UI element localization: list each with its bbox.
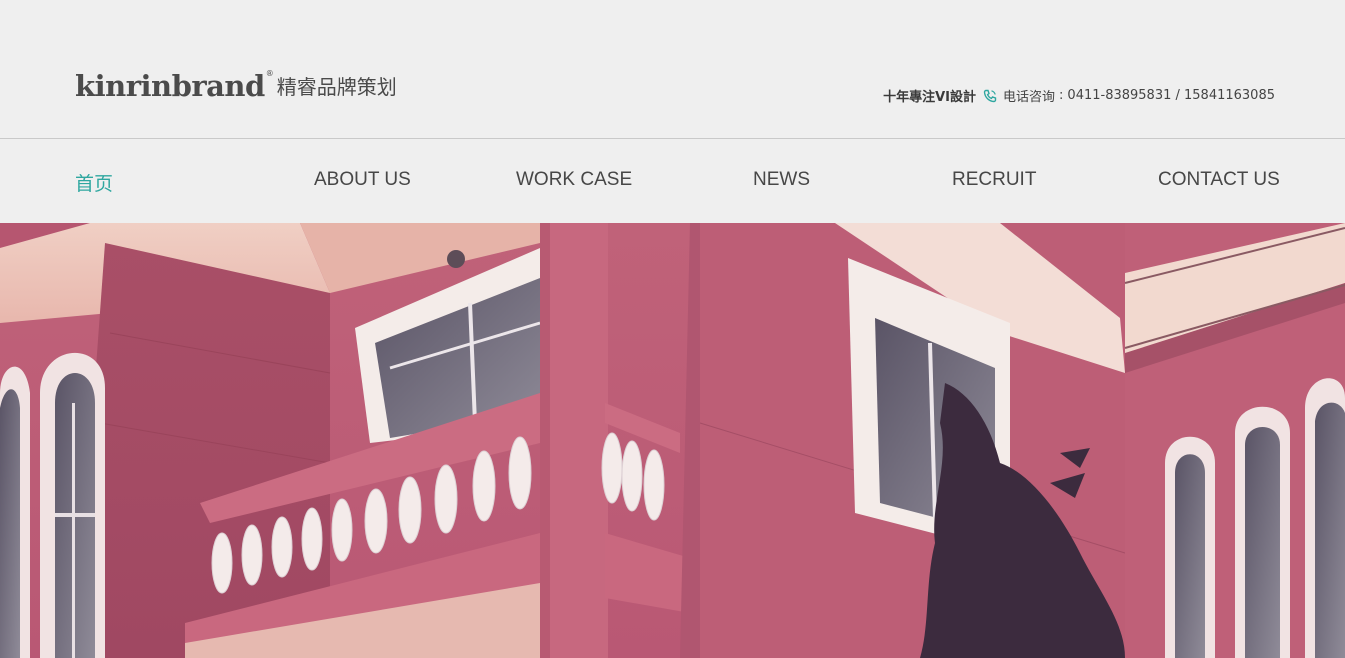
nav-about-us[interactable]: ABOUT US — [314, 169, 411, 191]
nav-news[interactable]: NEWS — [753, 169, 810, 191]
page: kinrinbrand ® 精睿品牌策划 十年專注VI設計 电话咨询 : 041… — [0, 0, 1345, 658]
logo-text-en: kinrinbrand — [75, 69, 265, 103]
tel-numbers: 0411-83895831 / 15841163085 — [1067, 88, 1275, 103]
phone-icon — [983, 89, 997, 103]
contact-info: 十年專注VI設計 电话咨询 : 0411-83895831 / 15841163… — [883, 86, 1275, 105]
brand-logo[interactable]: kinrinbrand ® 精睿品牌策划 — [75, 68, 397, 104]
nav-work-case[interactable]: WORK CASE — [516, 169, 632, 191]
nav-recruit[interactable]: RECRUIT — [952, 169, 1036, 191]
hero-building-image — [0, 223, 1345, 658]
hero-banner — [0, 223, 1345, 658]
nav-contact-us[interactable]: CONTACT US — [1158, 169, 1280, 191]
nav-home[interactable]: 首页 — [75, 169, 113, 196]
logo-text-cn: 精睿品牌策划 — [276, 75, 397, 99]
registered-mark: ® — [265, 69, 274, 78]
slogan: 十年專注VI設計 — [883, 90, 977, 105]
tel-separator: : — [1059, 88, 1064, 103]
tel-label: 电话咨询 — [1003, 90, 1056, 105]
site-header: kinrinbrand ® 精睿品牌策划 十年專注VI設計 电话咨询 : 041… — [0, 0, 1345, 138]
main-nav: 首页 ABOUT US WORK CASE NEWS RECRUIT CONTA… — [0, 139, 1345, 223]
